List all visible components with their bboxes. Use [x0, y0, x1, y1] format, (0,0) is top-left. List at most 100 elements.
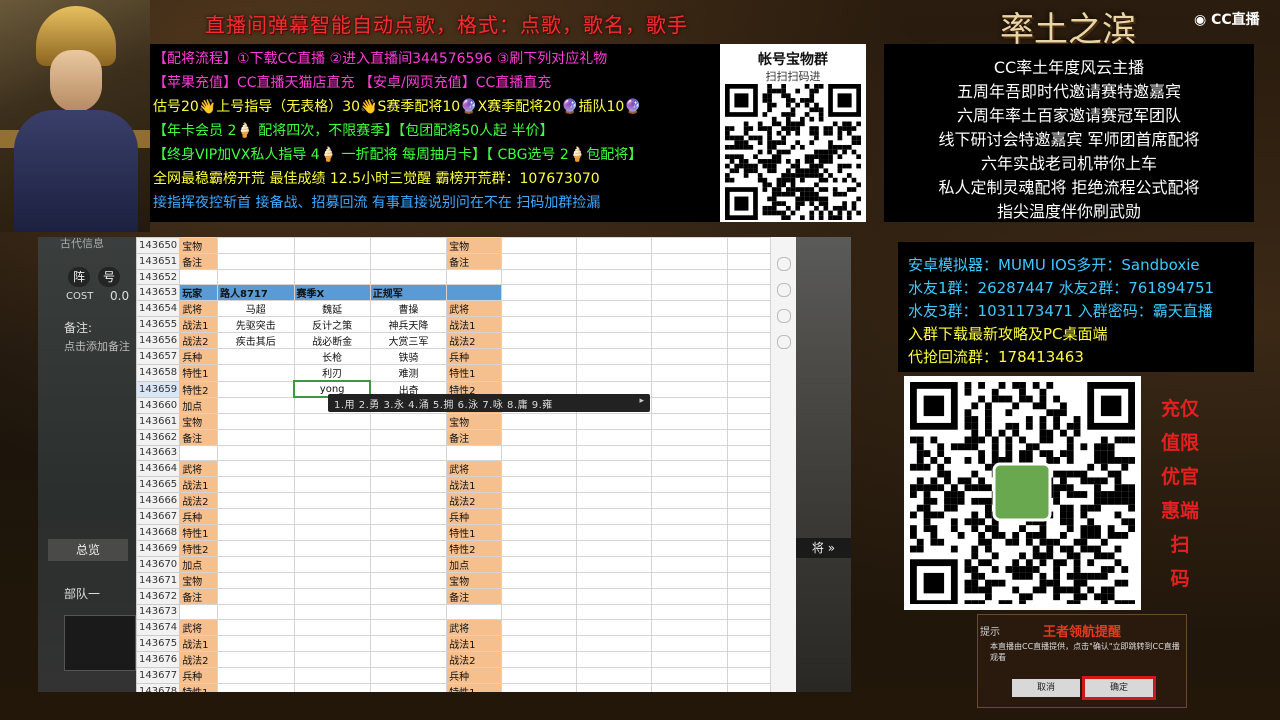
sheet-cell[interactable]	[500, 475, 577, 493]
sheet-cell[interactable]	[651, 396, 728, 414]
sheet-cell[interactable]	[500, 459, 577, 477]
sheet-cell[interactable]	[726, 316, 771, 333]
sheet-cell[interactable]	[217, 587, 295, 605]
sheet-cell[interactable]	[500, 539, 577, 557]
sheet-cell[interactable]	[575, 618, 653, 636]
sheet-cell[interactable]	[575, 571, 653, 589]
sheet-cell[interactable]	[500, 237, 577, 254]
game-general-button[interactable]: 将 »	[796, 538, 851, 558]
row-number[interactable]: 143654	[136, 300, 181, 317]
sheet-cell[interactable]: 马超	[217, 300, 295, 317]
row-number[interactable]: 143661	[136, 412, 181, 430]
sheet-cell[interactable]: 备注	[179, 587, 219, 605]
sheet-cell[interactable]	[293, 507, 371, 525]
sheet-cell[interactable]	[500, 507, 577, 525]
sheet-cell[interactable]: 兵种	[446, 348, 502, 365]
sheet-cell[interactable]	[651, 491, 728, 509]
sheet-cell[interactable]: 利刃	[293, 364, 371, 382]
sheet-cell[interactable]	[575, 666, 653, 684]
sheet-cell[interactable]	[651, 237, 728, 254]
sheet-cell[interactable]	[726, 332, 771, 349]
sheet-cell[interactable]	[217, 507, 295, 525]
sheet-cell[interactable]	[726, 682, 771, 692]
sheet-cell[interactable]	[726, 491, 771, 509]
sheet-cell[interactable]	[575, 253, 653, 270]
sheet-cell[interactable]	[217, 237, 295, 254]
sheet-cell[interactable]	[575, 269, 653, 285]
row-number[interactable]: 143670	[136, 555, 181, 573]
sheet-cell[interactable]: 特性1	[446, 682, 502, 692]
sheet-cell[interactable]	[651, 332, 728, 349]
row-number[interactable]: 143675	[136, 634, 181, 652]
header-cell[interactable]: 玩家	[179, 284, 219, 301]
sheet-cell[interactable]: 特性1	[179, 364, 219, 382]
sheet-cell[interactable]	[726, 237, 771, 254]
sheet-cell[interactable]	[217, 603, 295, 620]
sheet-cell[interactable]: 先驱突击	[217, 316, 295, 333]
sheet-cell[interactable]	[217, 459, 295, 477]
sheet-cell[interactable]	[651, 682, 728, 692]
sheet-cell[interactable]	[293, 603, 371, 620]
sheet-cell[interactable]: 备注	[446, 428, 502, 446]
sheet-cell[interactable]	[217, 396, 295, 414]
dialog-confirm-button[interactable]: 确定	[1082, 676, 1156, 700]
sheet-cell[interactable]: 特性2	[179, 539, 219, 557]
help-icon[interactable]	[777, 335, 791, 349]
sheet-cell[interactable]: 神兵天降	[369, 316, 448, 333]
row-number[interactable]: 143660	[136, 396, 181, 414]
sheet-cell[interactable]	[575, 332, 653, 349]
sheet-cell[interactable]	[217, 428, 295, 446]
sheet-cell[interactable]: 宝物	[179, 237, 219, 254]
sheet-cell[interactable]	[369, 475, 448, 493]
sheet-cell[interactable]: 特性1	[446, 523, 502, 541]
sheet-cell[interactable]	[293, 523, 371, 541]
sheet-cell[interactable]: 曹操	[369, 300, 448, 317]
sheet-cell[interactable]	[293, 444, 371, 461]
sheet-cell[interactable]	[575, 364, 653, 382]
sheet-cell[interactable]: 战必断金	[293, 332, 371, 349]
sheet-cell[interactable]	[726, 603, 771, 620]
toolbar-icon-2[interactable]	[777, 283, 791, 297]
sheet-cell[interactable]	[500, 634, 577, 652]
sheet-cell[interactable]: 武将	[179, 618, 219, 636]
game-overview-button[interactable]: 总览	[48, 539, 128, 561]
sheet-cell[interactable]	[500, 603, 577, 620]
sheet-cell[interactable]	[217, 412, 295, 430]
sheet-cell[interactable]	[293, 491, 371, 509]
row-number[interactable]: 143673	[136, 603, 181, 620]
sheet-cell[interactable]: 宝物	[446, 237, 502, 254]
sheet-cell[interactable]	[651, 300, 728, 317]
sheet-cell[interactable]	[179, 444, 219, 461]
sheet-cell[interactable]: 兵种	[179, 507, 219, 525]
row-number[interactable]: 143657	[136, 348, 181, 365]
sheet-cell[interactable]	[369, 555, 448, 573]
sheet-cell[interactable]	[726, 269, 771, 285]
sheet-cell[interactable]	[726, 587, 771, 605]
sheet-cell[interactable]	[575, 444, 653, 461]
sheet-cell[interactable]	[500, 348, 577, 365]
sheet-cell[interactable]	[369, 444, 448, 461]
sheet-cell[interactable]: 武将	[446, 459, 502, 477]
qr-code-large[interactable]	[910, 382, 1135, 604]
row-number[interactable]: 143650	[136, 237, 181, 254]
game-btn-number[interactable]: 号	[98, 267, 120, 287]
sheet-cell[interactable]	[500, 523, 577, 541]
sheet-cell[interactable]	[575, 237, 653, 254]
row-number[interactable]: 143668	[136, 523, 181, 541]
sheet-cell[interactable]	[500, 253, 577, 270]
row-number[interactable]: 143652	[136, 269, 181, 285]
sheet-cell[interactable]: 备注	[446, 587, 502, 605]
sheet-cell[interactable]	[575, 603, 653, 620]
sheet-cell[interactable]	[726, 412, 771, 430]
sheet-cell[interactable]	[726, 507, 771, 525]
sheet-cell[interactable]	[651, 412, 728, 430]
sheet-cell[interactable]: 宝物	[446, 571, 502, 589]
sheet-cell[interactable]	[651, 650, 728, 668]
sheet-cell[interactable]	[500, 587, 577, 605]
sheet-cell[interactable]	[651, 475, 728, 493]
row-number[interactable]: 143656	[136, 332, 181, 349]
sheet-cell[interactable]: 武将	[446, 300, 502, 317]
game-note-hint[interactable]: 点击添加备注	[64, 338, 130, 354]
row-number[interactable]: 143669	[136, 539, 181, 557]
sheet-cell[interactable]: 宝物	[446, 412, 502, 430]
